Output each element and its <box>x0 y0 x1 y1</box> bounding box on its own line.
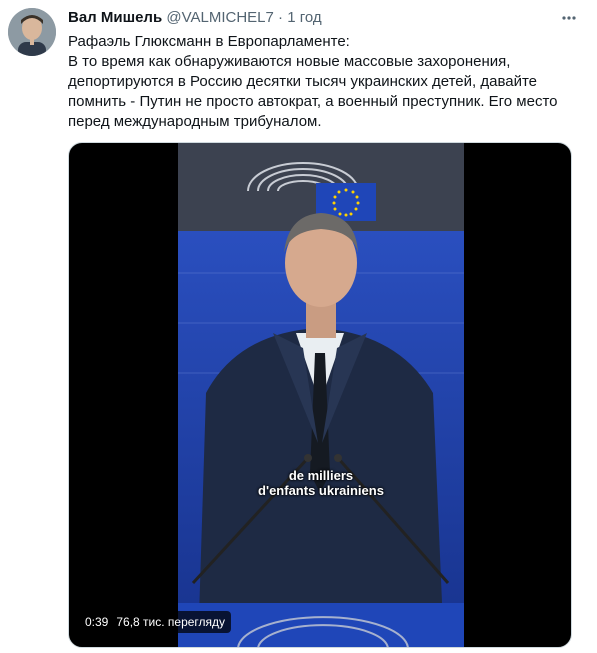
video-duration: 0:39 <box>85 615 109 629</box>
more-dots-icon <box>562 16 576 20</box>
video-view-count: 76,8 тис. перегляду <box>116 615 226 629</box>
avatar-photo <box>8 8 56 56</box>
separator-dot: · <box>278 9 284 26</box>
avatar[interactable] <box>8 8 56 56</box>
tweet-timestamp[interactable]: 1 год <box>287 9 321 26</box>
video-still <box>178 143 464 647</box>
video-player[interactable]: de milliers d'enfants ukrainiens 0:39 76… <box>68 142 572 648</box>
video-subtitle-line2: d'enfants ukrainiens <box>258 483 384 498</box>
tweet-text-line: помнить - Путин не просто автократ, а во… <box>68 93 558 110</box>
author-name[interactable]: Вал Мишель <box>68 9 162 26</box>
tweet-text-line: перед международным трибуналом. <box>68 113 322 130</box>
video-info-overlay: 0:39 76,8 тис. перегляду <box>79 611 232 633</box>
tweet-text-line: В то время как обнаруживаются новые масс… <box>68 53 511 70</box>
author-handle[interactable]: @VALMICHEL7 <box>166 9 273 26</box>
tweet-text-line: депортируются в Россию десятки тысяч укр… <box>68 73 538 90</box>
video-subtitle-line1: de milliers <box>288 468 354 483</box>
more-options-button[interactable] <box>559 8 579 28</box>
tweet: Вал Мишель @VALMICHEL7 · 1 год Рафаэль Г… <box>0 0 597 653</box>
tweet-header: Вал Мишель @VALMICHEL7 · 1 год <box>68 9 557 26</box>
tweet-text-line: Рафаэль Глюксманн в Европарламенте: <box>68 33 350 50</box>
tweet-text: Рафаэль Глюксманн в Европарламенте: В то… <box>68 32 568 132</box>
video-frame[interactable]: de milliers d'enfants ukrainiens <box>178 143 464 647</box>
